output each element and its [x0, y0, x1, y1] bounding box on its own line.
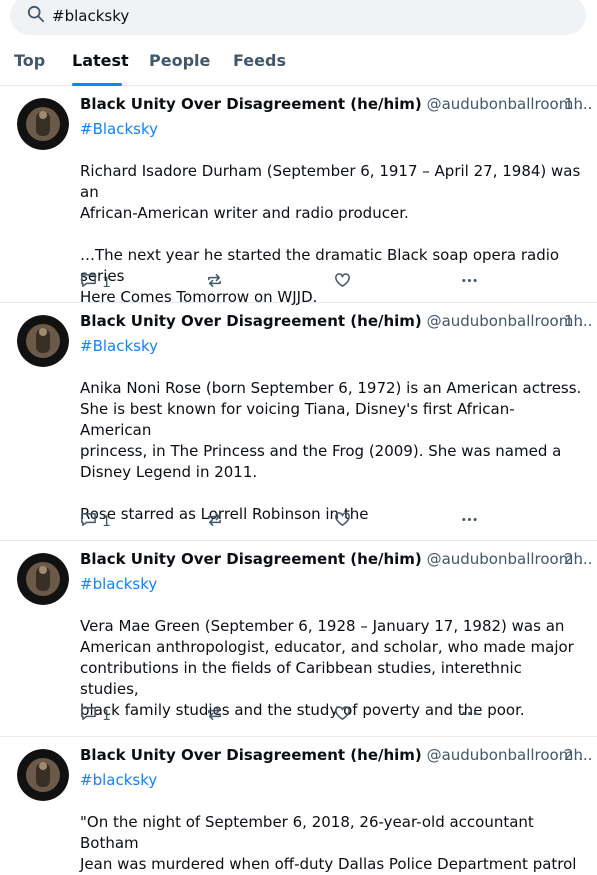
post-header: Black Unity Over Disagreement (he/him) @… — [80, 746, 592, 770]
avatar-image — [17, 98, 69, 150]
avatar-image — [17, 553, 69, 605]
hashtag-link[interactable]: #Blacksky — [80, 337, 158, 355]
tab-label: People — [149, 51, 211, 70]
post-time[interactable]: · 1h — [554, 95, 583, 113]
reply-button[interactable]: 1 — [80, 272, 111, 293]
search-input[interactable] — [52, 6, 552, 25]
post-actions: 1 — [80, 272, 585, 292]
search-bar[interactable] — [10, 0, 586, 35]
heart-icon — [334, 511, 351, 532]
search-area — [0, 0, 597, 36]
more-icon — [461, 511, 478, 532]
repost-button[interactable] — [206, 272, 223, 293]
more-icon — [461, 705, 478, 726]
post[interactable]: Black Unity Over Disagreement (he/him) @… — [0, 541, 597, 737]
reply-count: 1 — [102, 274, 111, 291]
like-button[interactable] — [334, 272, 351, 293]
reply-button[interactable]: 1 — [80, 705, 111, 726]
post-time[interactable]: · 2h — [554, 746, 583, 764]
post-actions: 1 — [80, 511, 585, 531]
post-header: Black Unity Over Disagreement (he/him) @… — [80, 312, 592, 336]
post[interactable]: Black Unity Over Disagreement (he/him) @… — [0, 737, 597, 873]
repost-icon — [206, 705, 223, 726]
like-button[interactable] — [334, 705, 351, 726]
hashtag-link[interactable]: #blacksky — [80, 771, 157, 789]
author-name[interactable]: Black Unity Over Disagreement (he/him) — [80, 550, 422, 568]
more-options-button[interactable] — [461, 511, 478, 532]
tab-people[interactable]: People — [149, 40, 210, 86]
tab-label: Feeds — [233, 51, 286, 70]
author-name[interactable]: Black Unity Over Disagreement (he/him) — [80, 95, 422, 113]
hashtag-link[interactable]: #Blacksky — [80, 120, 158, 138]
post-text: Anika Noni Rose (born September 6, 1972)… — [80, 379, 582, 523]
more-options-button[interactable] — [461, 272, 478, 293]
like-button[interactable] — [334, 511, 351, 532]
tab-latest[interactable]: Latest — [72, 40, 129, 86]
avatar[interactable] — [17, 315, 69, 367]
hashtag-link[interactable]: #blacksky — [80, 575, 157, 593]
heart-icon — [334, 272, 351, 293]
avatar-image — [17, 749, 69, 801]
repost-button[interactable] — [206, 705, 223, 726]
avatar[interactable] — [17, 98, 69, 150]
more-icon — [461, 272, 478, 293]
author-name[interactable]: Black Unity Over Disagreement (he/him) — [80, 746, 422, 764]
post-header: Black Unity Over Disagreement (he/him) @… — [80, 550, 592, 574]
reply-button[interactable]: 1 — [80, 511, 111, 532]
reply-count: 1 — [102, 707, 111, 724]
tab-label: Latest — [72, 51, 129, 70]
reply-icon — [80, 705, 97, 726]
tab-top[interactable]: Top — [14, 40, 45, 86]
search-icon — [27, 5, 45, 27]
search-tabs: Top Latest People Feeds — [0, 40, 597, 86]
author-name[interactable]: Black Unity Over Disagreement (he/him) — [80, 312, 422, 330]
post[interactable]: Black Unity Over Disagreement (he/him) @… — [0, 86, 597, 306]
repost-icon — [206, 511, 223, 532]
avatar[interactable] — [17, 749, 69, 801]
reply-count: 1 — [102, 513, 111, 530]
repost-icon — [206, 272, 223, 293]
more-options-button[interactable] — [461, 705, 478, 726]
reply-icon — [80, 272, 97, 293]
post-feed: Black Unity Over Disagreement (he/him) @… — [0, 86, 597, 873]
reply-icon — [80, 511, 97, 532]
post-text: "On the night of September 6, 2018, 26-y… — [80, 813, 577, 873]
post-time[interactable]: · 1h — [554, 312, 583, 330]
tab-feeds[interactable]: Feeds — [233, 40, 286, 86]
avatar[interactable] — [17, 553, 69, 605]
post-actions: 1 — [80, 705, 585, 725]
post-header: Black Unity Over Disagreement (he/him) @… — [80, 95, 592, 119]
post[interactable]: Black Unity Over Disagreement (he/him) @… — [0, 303, 597, 541]
tab-label: Top — [14, 51, 46, 70]
heart-icon — [334, 705, 351, 726]
repost-button[interactable] — [206, 511, 223, 532]
post-time[interactable]: · 2h — [554, 550, 583, 568]
avatar-image — [17, 315, 69, 367]
